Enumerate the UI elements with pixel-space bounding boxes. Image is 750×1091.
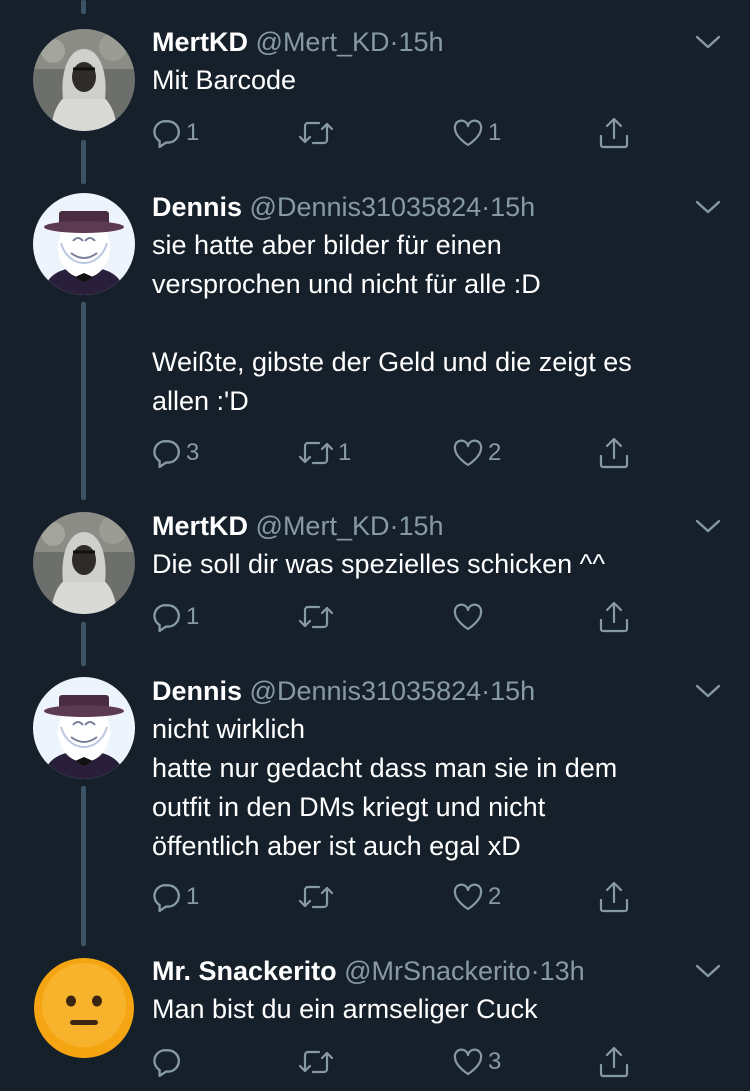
reply-icon <box>150 1046 182 1078</box>
emoji-face-avatar-icon <box>33 957 135 1059</box>
like-count: 3 <box>488 1048 502 1075</box>
share-icon <box>598 1045 630 1079</box>
chevron-down-icon[interactable] <box>694 962 722 980</box>
tweet[interactable]: Mr. Snackerito @MrSnackerito·13h Man bis… <box>0 0 750 1091</box>
tweet-text: Man bist du ein armseliger Cuck <box>152 994 538 1024</box>
share-button[interactable] <box>598 1042 630 1082</box>
separator: · <box>530 956 540 986</box>
like-icon <box>452 1047 484 1077</box>
like-button[interactable]: 3 <box>452 1042 501 1082</box>
tweet-actions: 3 <box>150 1042 650 1082</box>
author-handle[interactable]: @MrSnackerito <box>344 956 530 986</box>
tweet-header: Mr. Snackerito @MrSnackerito·13h <box>152 955 585 987</box>
reply-button[interactable] <box>150 1042 186 1082</box>
retweet-icon <box>298 1047 334 1077</box>
author-name[interactable]: Mr. Snackerito <box>152 956 337 986</box>
retweet-button[interactable] <box>298 1042 338 1082</box>
timestamp[interactable]: 13h <box>540 956 585 986</box>
avatar[interactable] <box>33 957 135 1059</box>
